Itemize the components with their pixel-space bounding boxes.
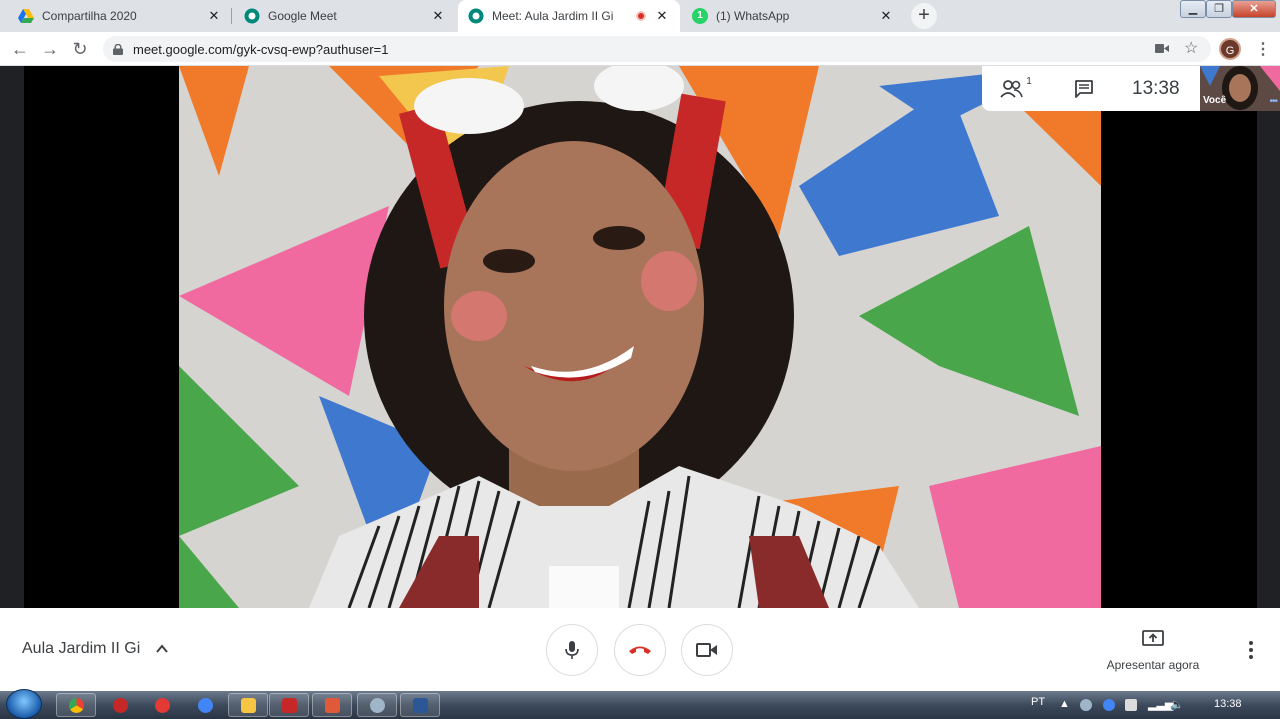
browser-toolbar: ← → ↻ meet.google.com/gyk-cvsq-ewp?authu… bbox=[0, 32, 1280, 66]
hang-up-icon bbox=[629, 646, 651, 654]
chrome-icon bbox=[68, 697, 84, 713]
meet-bottom-bar: Aula Jardim II Gi Apresentar agora bbox=[0, 608, 1280, 691]
acrobat-icon bbox=[281, 697, 297, 713]
taskbar-paint[interactable] bbox=[357, 693, 397, 717]
tab-google-meet[interactable]: Google Meet ✕ bbox=[234, 0, 456, 32]
microphone-icon bbox=[565, 641, 579, 659]
tab-separator bbox=[231, 8, 232, 24]
windows-taskbar: PT ▲ ▂▃▅ 🔈 13:38 bbox=[0, 689, 1280, 719]
taskbar-word[interactable] bbox=[400, 693, 440, 717]
self-view-tile[interactable]: Você ••• bbox=[1200, 66, 1280, 111]
tab-title: (1) WhatsApp bbox=[716, 9, 790, 23]
tab-compartilha[interactable]: Compartilha 2020 ✕ bbox=[8, 0, 232, 32]
taskbar-app[interactable] bbox=[312, 693, 352, 717]
meeting-title[interactable]: Aula Jardim II Gi bbox=[22, 640, 140, 658]
present-screen-icon bbox=[1142, 630, 1164, 646]
maximize-button[interactable]: ❐ bbox=[1206, 0, 1232, 18]
whatsapp-icon: 1 bbox=[692, 8, 708, 24]
tab-title: Meet: Aula Jardim II Gi bbox=[492, 9, 614, 23]
taskbar-clock[interactable]: 13:38 bbox=[1214, 698, 1242, 710]
recording-indicator-icon bbox=[636, 11, 646, 21]
forward-icon[interactable]: → bbox=[39, 38, 61, 60]
tray-chrome-icon[interactable] bbox=[1103, 699, 1115, 711]
new-tab-button[interactable]: + bbox=[911, 3, 937, 29]
meet-icon bbox=[468, 8, 484, 24]
lock-icon bbox=[113, 43, 123, 55]
tab-title: Google Meet bbox=[268, 9, 337, 23]
meet-stage bbox=[0, 66, 1280, 608]
tab-strip: Compartilha 2020 ✕ Google Meet ✕ Meet: A… bbox=[0, 0, 1280, 32]
volume-icon[interactable]: 🔈 bbox=[1170, 698, 1184, 711]
minimize-button[interactable]: ▁ bbox=[1180, 0, 1206, 18]
taskbar-file-explorer[interactable] bbox=[228, 693, 268, 717]
participants-count: 1 bbox=[1026, 76, 1032, 87]
start-button-icon[interactable] bbox=[6, 689, 42, 719]
chat-button[interactable] bbox=[1050, 66, 1118, 111]
microphone-button[interactable] bbox=[546, 624, 598, 676]
back-icon[interactable]: ← bbox=[9, 38, 31, 60]
chrome-menu-icon[interactable]: ⋮ bbox=[1255, 39, 1271, 59]
taskbar-acrobat[interactable] bbox=[269, 693, 309, 717]
bookmark-star-icon[interactable]: ☆ bbox=[1184, 38, 1198, 58]
reload-icon[interactable]: ↻ bbox=[69, 38, 91, 60]
camera-button[interactable] bbox=[681, 624, 733, 676]
tray-app-icon[interactable] bbox=[1080, 699, 1092, 711]
participant-video bbox=[179, 66, 1101, 608]
tab-whatsapp[interactable]: 1 (1) WhatsApp ✕ bbox=[682, 0, 904, 32]
taskbar-media-player[interactable] bbox=[100, 693, 140, 717]
end-call-button[interactable] bbox=[614, 624, 666, 676]
chevron-up-icon[interactable] bbox=[155, 642, 169, 656]
file-explorer-icon bbox=[240, 697, 256, 713]
close-tab-icon[interactable]: ✕ bbox=[878, 8, 894, 24]
show-hidden-icons-icon[interactable]: ▲ bbox=[1059, 698, 1070, 710]
camera-in-use-icon[interactable] bbox=[1155, 43, 1169, 54]
present-now-button[interactable]: Apresentar agora bbox=[1100, 630, 1206, 672]
address-bar[interactable]: meet.google.com/gyk-cvsq-ewp?authuser=1 bbox=[103, 36, 1211, 62]
people-icon bbox=[1000, 79, 1023, 98]
word-icon bbox=[412, 697, 428, 713]
close-tab-icon[interactable]: ✕ bbox=[654, 8, 670, 24]
opera-icon bbox=[154, 697, 170, 713]
meeting-info-panel: 1 13:38 bbox=[982, 66, 1200, 111]
participants-button[interactable]: 1 bbox=[982, 66, 1050, 111]
chrome-icon bbox=[197, 697, 213, 713]
window-close-button[interactable]: ✕ bbox=[1232, 0, 1276, 18]
meet-icon bbox=[244, 8, 260, 24]
app-icon bbox=[324, 697, 340, 713]
letterbox-left bbox=[24, 66, 179, 608]
chat-icon bbox=[1075, 79, 1093, 98]
audio-level-icon: ••• bbox=[1269, 96, 1277, 107]
tab-title: Compartilha 2020 bbox=[42, 9, 137, 23]
media-player-icon bbox=[112, 697, 128, 713]
profile-avatar[interactable]: G bbox=[1219, 38, 1241, 60]
paint-icon bbox=[369, 697, 385, 713]
taskbar-opera[interactable] bbox=[142, 693, 182, 717]
close-tab-icon[interactable]: ✕ bbox=[430, 8, 446, 24]
participant-video-frame bbox=[179, 66, 1101, 608]
more-options-icon[interactable] bbox=[1243, 638, 1259, 662]
language-indicator[interactable]: PT bbox=[1031, 696, 1045, 708]
drive-icon bbox=[18, 9, 34, 23]
letterbox-right bbox=[1101, 66, 1257, 608]
video-camera-icon bbox=[696, 643, 717, 657]
taskbar-chrome-2[interactable] bbox=[185, 693, 225, 717]
self-view-label: Você bbox=[1203, 95, 1227, 106]
url-text: meet.google.com/gyk-cvsq-ewp?authuser=1 bbox=[133, 41, 389, 57]
close-tab-icon[interactable]: ✕ bbox=[206, 8, 222, 24]
tab-meet-aula[interactable]: Meet: Aula Jardim II Gi ✕ bbox=[458, 0, 680, 32]
meeting-clock: 13:38 bbox=[1132, 77, 1180, 99]
tray-network-adapter-icon[interactable] bbox=[1125, 699, 1137, 711]
taskbar-chrome[interactable] bbox=[56, 693, 96, 717]
present-now-label: Apresentar agora bbox=[1106, 658, 1200, 672]
